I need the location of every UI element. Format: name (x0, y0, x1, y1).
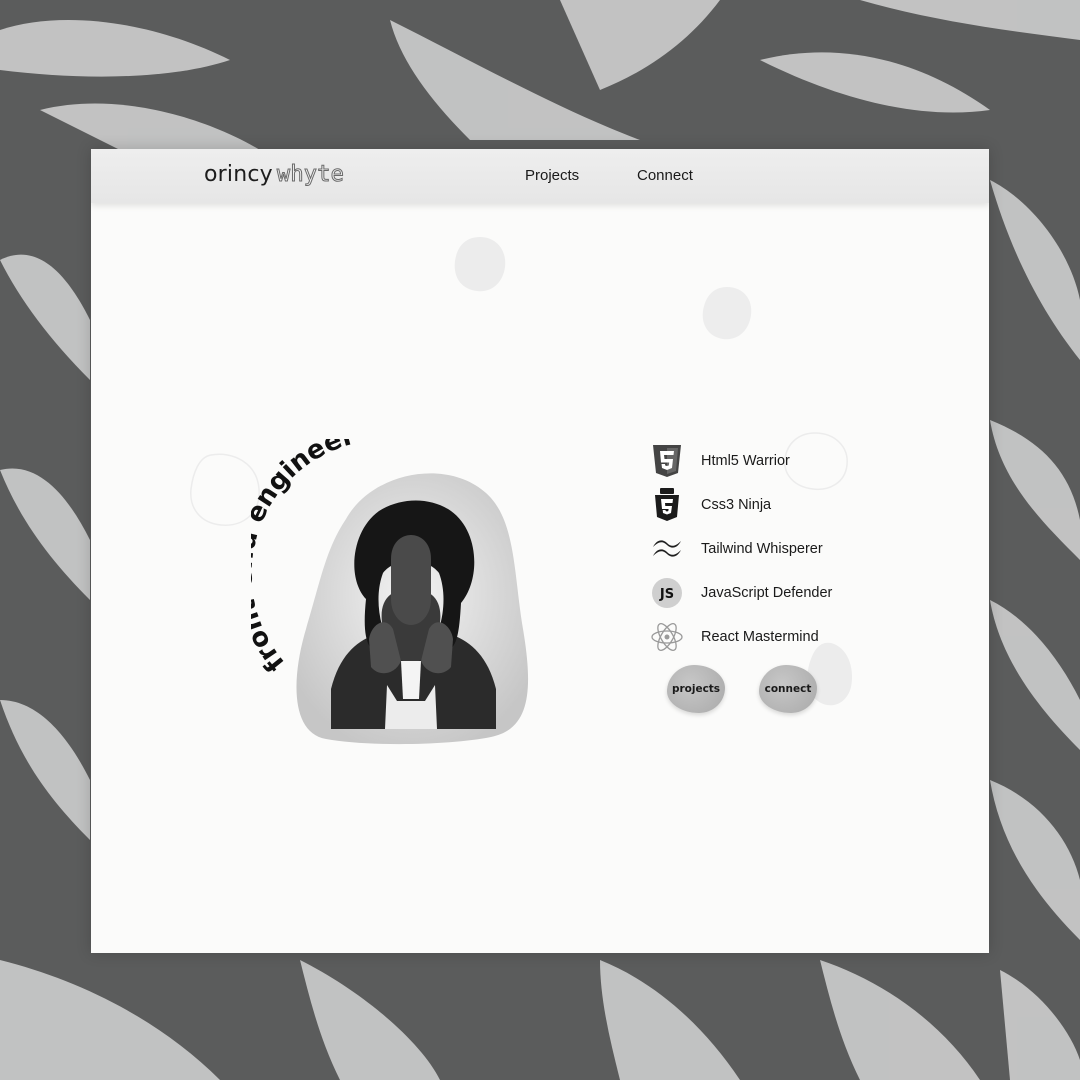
skill-label: Css3 Ninja (701, 497, 772, 513)
nav-link-connect[interactable]: Connect (637, 167, 693, 184)
decorative-blob (454, 237, 506, 292)
brand-first-name: orincy (204, 162, 273, 187)
connect-button[interactable]: connect (759, 665, 817, 713)
skill-label: Tailwind Whisperer (701, 541, 823, 557)
css3-icon (655, 488, 679, 521)
portfolio-page: orincy whyte Projects Connect fr nginee … (91, 149, 989, 953)
skill-label: Html5 Warrior (701, 453, 790, 469)
javascript-icon: JS (652, 578, 682, 608)
react-icon (651, 623, 683, 651)
brand-logo[interactable]: orincy whyte (204, 161, 345, 188)
decorative-blob (702, 287, 752, 340)
skill-label: JavaScript Defender (701, 585, 833, 601)
html5-icon (653, 445, 681, 477)
skill-label: React Mastermind (701, 629, 819, 645)
skill-item: React Mastermind (649, 619, 909, 655)
portrait-group: front-end engineer (251, 439, 529, 745)
projects-button[interactable]: projects (667, 665, 725, 713)
skill-item: Css3 Ninja (649, 487, 909, 523)
skill-item: JS JavaScript Defender (649, 575, 909, 611)
nav-link-projects[interactable]: Projects (525, 167, 579, 184)
svg-text:JS: JS (659, 587, 674, 602)
tailwind-icon (653, 540, 681, 557)
brand-last-name: whyte (276, 162, 345, 188)
skill-item: Tailwind Whisperer (649, 531, 909, 567)
navbar: orincy whyte Projects Connect (91, 149, 989, 203)
skill-item: Html5 Warrior (649, 443, 909, 479)
